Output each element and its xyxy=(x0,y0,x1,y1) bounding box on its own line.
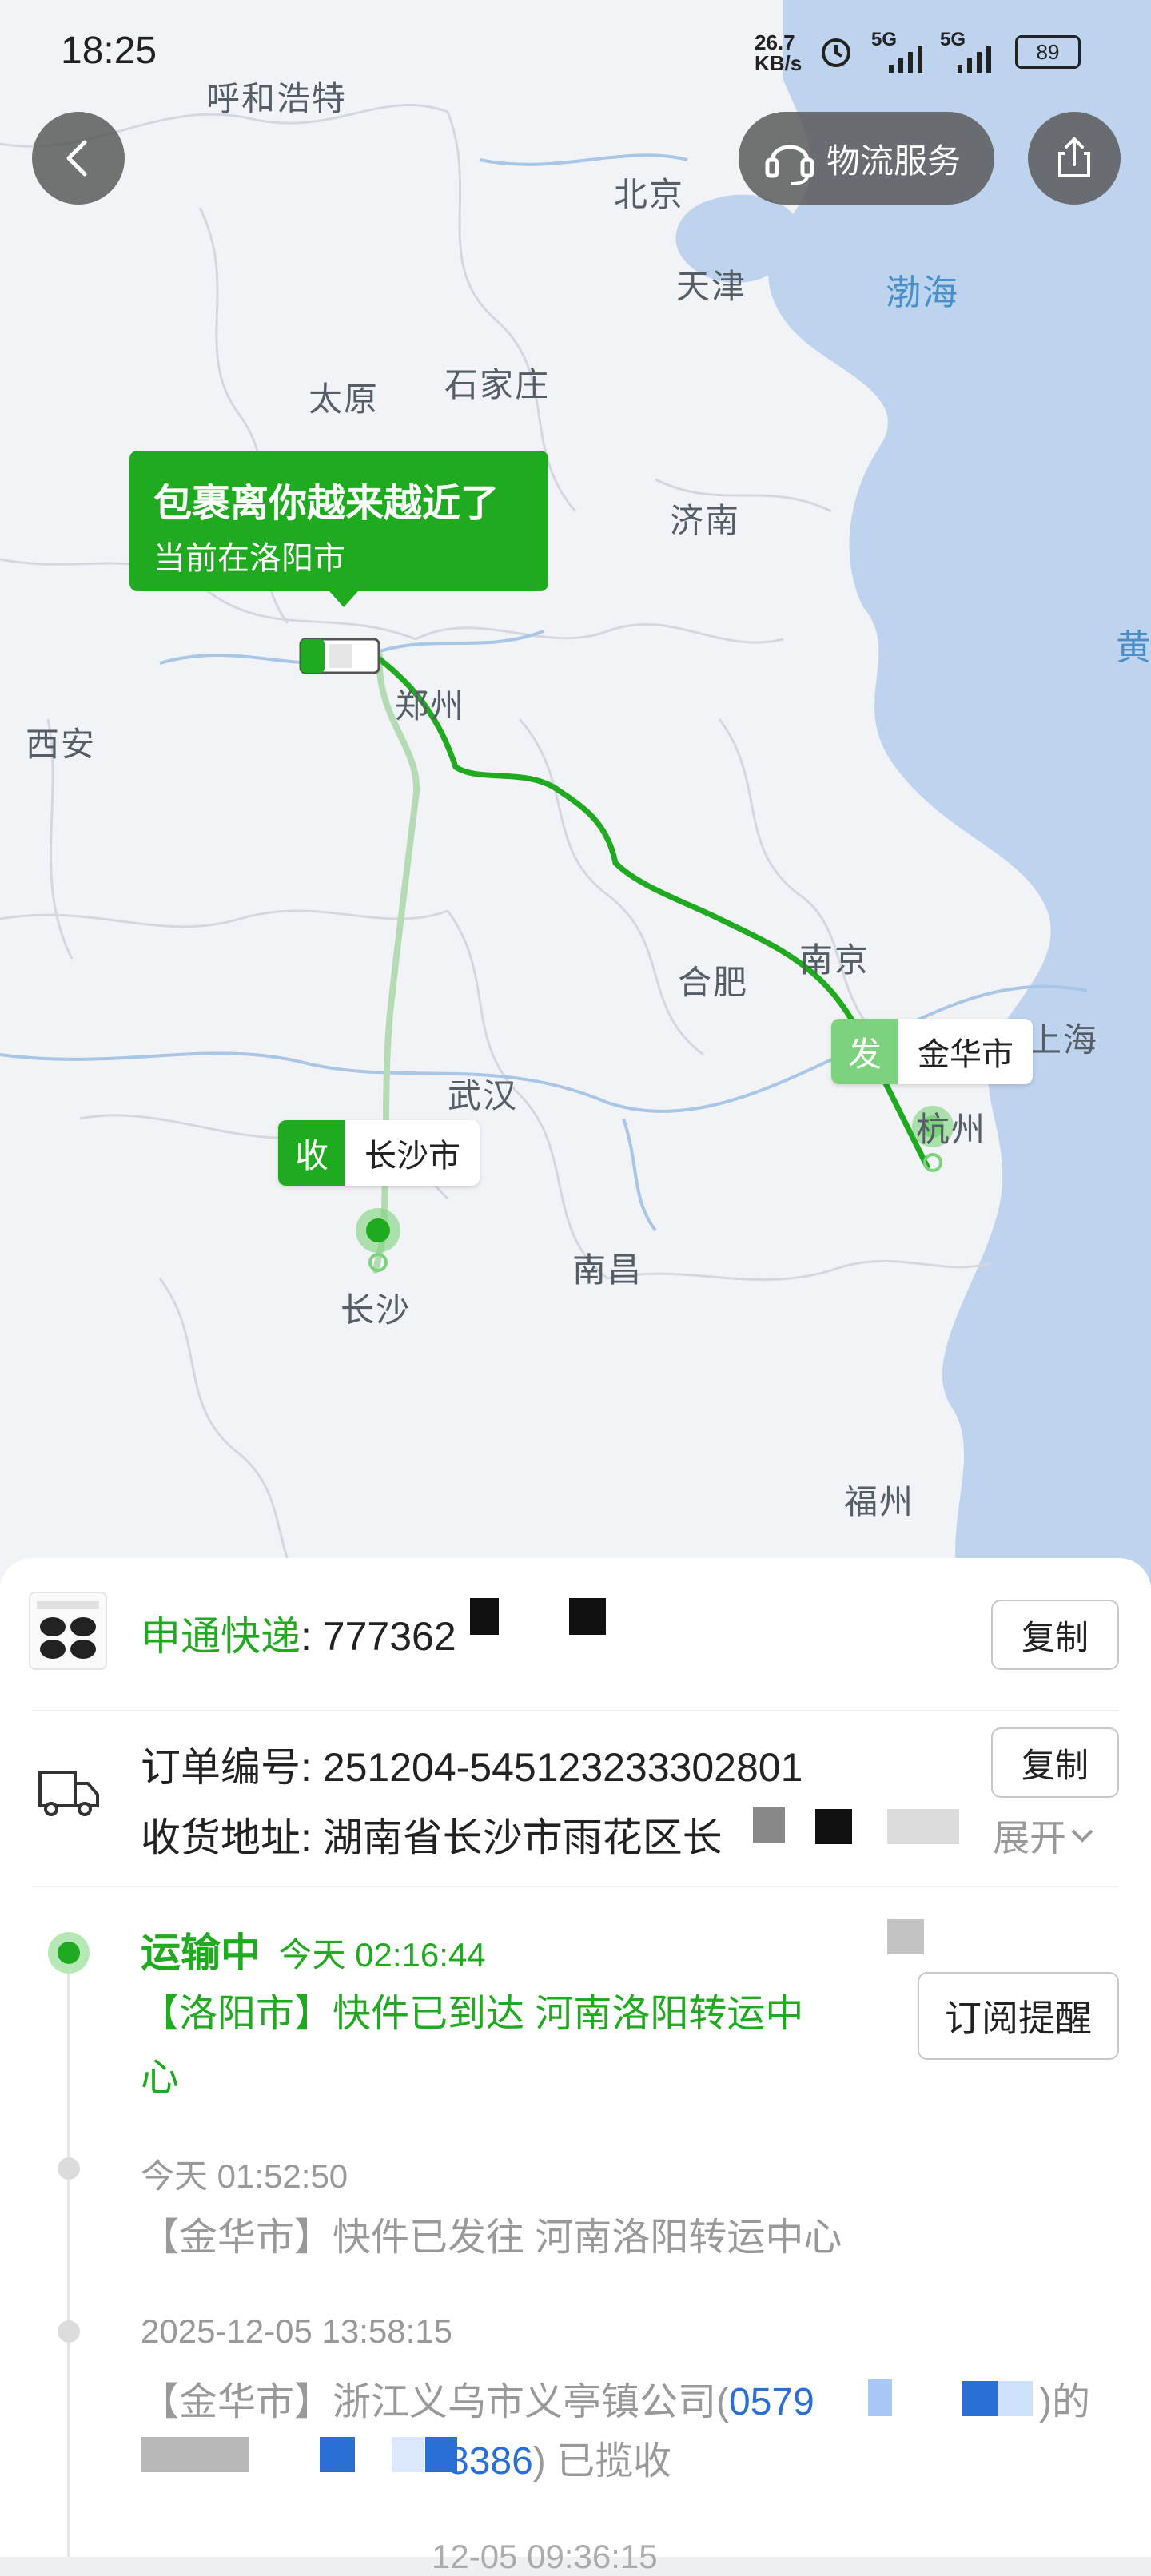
event-desc: 【金华市】浙江义乌市义亭镇公司(0579 xyxy=(141,2370,814,2426)
city-label: 南昌 xyxy=(572,1251,643,1289)
city-label: 天津 xyxy=(676,268,747,305)
redaction-mask xyxy=(753,1807,785,1843)
net-speed-unit: KB/s xyxy=(755,51,803,75)
alarm-icon xyxy=(818,34,854,78)
copy-order-button[interactable]: 复制 xyxy=(991,1727,1119,1798)
current-status-desc: 【洛阳市】快件已到达 河南洛阳转运中 xyxy=(141,1993,804,2035)
destination-city: 长沙市 xyxy=(345,1120,480,1186)
sea-label: 渤海 xyxy=(886,273,959,312)
origin-tag: 发 金华市 xyxy=(831,1019,1033,1084)
redaction-mask xyxy=(470,1598,499,1635)
logistics-service-label: 物流服务 xyxy=(826,141,962,180)
copy-tracking-button[interactable]: 复制 xyxy=(991,1600,1119,1670)
timeline-current-dot-inner xyxy=(58,1942,80,1964)
location-bubble: 包裹离你越来越近了 当前在洛阳市 xyxy=(129,451,548,607)
headset-icon xyxy=(765,145,814,185)
shipment-details-sheet[interactable]: 申通快递: 777362 复制 订单编号: 251204-54512323330… xyxy=(0,1558,1151,2575)
destination-key: 收 xyxy=(278,1120,345,1186)
redaction-mask xyxy=(962,2381,998,2416)
truck-icon xyxy=(299,638,380,674)
map-canvas xyxy=(0,0,1151,1590)
product-thumbnail[interactable] xyxy=(29,1592,107,1670)
city-label: 合肥 xyxy=(678,964,749,1001)
share-icon xyxy=(1058,137,1090,177)
redaction-mask xyxy=(887,1919,924,1954)
chevron-left-icon xyxy=(66,140,87,177)
status-time: 18:25 xyxy=(61,30,157,72)
redaction-mask xyxy=(815,1809,852,1844)
destination-tag: 收 长沙市 xyxy=(278,1120,480,1186)
net-speed-value: 26.7 xyxy=(755,30,795,54)
city-label: 长沙 xyxy=(341,1291,412,1329)
city-label: 杭州 xyxy=(916,1111,987,1148)
signal-1-icon xyxy=(873,40,937,83)
city-label: 石家庄 xyxy=(444,366,551,403)
city-label: 西安 xyxy=(26,725,97,763)
timeline-dot xyxy=(58,2320,80,2343)
tracking-row: 申通快递: 777362 xyxy=(141,1604,456,1662)
redaction-mask xyxy=(998,2381,1033,2416)
current-status-desc-cont: 心 xyxy=(141,2057,180,2099)
city-label: 济南 xyxy=(670,502,741,539)
current-status-time: 今天 02:16:44 xyxy=(278,1936,486,1974)
current-status-row: 运输中 今天 02:16:44 xyxy=(141,1921,486,1978)
event-desc: 8386) 已揽收 xyxy=(448,2429,671,2485)
redaction-mask xyxy=(868,2379,892,2416)
back-button[interactable] xyxy=(32,112,125,205)
signal-2-icon xyxy=(942,40,1006,83)
event-time: 今天 01:52:50 xyxy=(141,2157,348,2195)
net-speed: 26.7 KB/s xyxy=(755,32,802,74)
bubble-title: 包裹离你越来越近了 xyxy=(153,483,500,525)
origin-city: 金华市 xyxy=(898,1019,1033,1084)
city-label: 福州 xyxy=(844,1483,915,1521)
battery-indicator: 89 xyxy=(1015,35,1081,69)
divider xyxy=(32,1710,1119,1711)
status-bar: 18:25 26.7 KB/s 5G 5G 89 xyxy=(0,24,1151,80)
event-time: 2025-12-05 13:58:15 xyxy=(141,2312,452,2350)
divider xyxy=(32,1886,1119,1887)
bubble-subtitle: 当前在洛阳市 xyxy=(153,541,345,576)
chevron-down-icon xyxy=(1071,1829,1093,1843)
tracking-number: : 777362 xyxy=(301,1614,456,1659)
sea-label: 黄 xyxy=(1116,628,1151,667)
redaction-mask xyxy=(141,2437,249,2472)
origin-key: 发 xyxy=(831,1019,898,1084)
phone-link[interactable]: 0579 xyxy=(729,2381,814,2423)
timeline-dot xyxy=(58,2157,80,2180)
event-desc: 【金华市】快件已发往 河南洛阳转运中心 xyxy=(141,2216,842,2259)
city-label: 北京 xyxy=(614,176,685,213)
subscribe-reminder-button[interactable]: 订阅提醒 xyxy=(918,1972,1119,2060)
city-label: 上海 xyxy=(1028,1021,1099,1059)
event-desc-part: )的 xyxy=(1039,2381,1090,2423)
expand-address-toggle[interactable]: 展开 xyxy=(993,1809,1098,1862)
order-number: 订单编号: 251204-545123233302801 xyxy=(141,1745,803,1790)
event-time: 12-05 09:36:15 xyxy=(432,2538,658,2575)
shipping-address: 收货地址: 湖南省长沙市雨花区长 xyxy=(141,1815,723,1860)
map-view[interactable]: 呼和浩特 北京 天津 石家庄 太原 济南 郑州 西安 合肥 南京 武汉 长沙 南… xyxy=(0,0,1151,1590)
truck-outline-icon xyxy=(35,1758,102,1829)
event-desc-part: ) 已揽收 xyxy=(532,2440,672,2483)
city-label: 郑州 xyxy=(395,687,466,725)
redaction-mask xyxy=(887,1809,959,1844)
city-label: 太原 xyxy=(309,380,380,418)
redaction-mask xyxy=(569,1598,606,1635)
redaction-mask xyxy=(320,2437,355,2472)
share-button[interactable] xyxy=(1028,112,1121,205)
current-status: 运输中 xyxy=(141,1930,261,1975)
city-label: 南京 xyxy=(799,941,870,979)
expand-label: 展开 xyxy=(993,1817,1066,1858)
logistics-service-button[interactable]: 物流服务 xyxy=(739,112,994,205)
timeline-line xyxy=(67,1950,70,2557)
event-desc-part: 【金华市】浙江义乌市义亭镇公司( xyxy=(141,2381,729,2423)
city-label: 武汉 xyxy=(448,1077,519,1115)
phone-link[interactable]: 8386 xyxy=(448,2440,533,2483)
carrier-name: 申通快递 xyxy=(141,1614,301,1659)
redaction-mask xyxy=(392,2437,424,2472)
